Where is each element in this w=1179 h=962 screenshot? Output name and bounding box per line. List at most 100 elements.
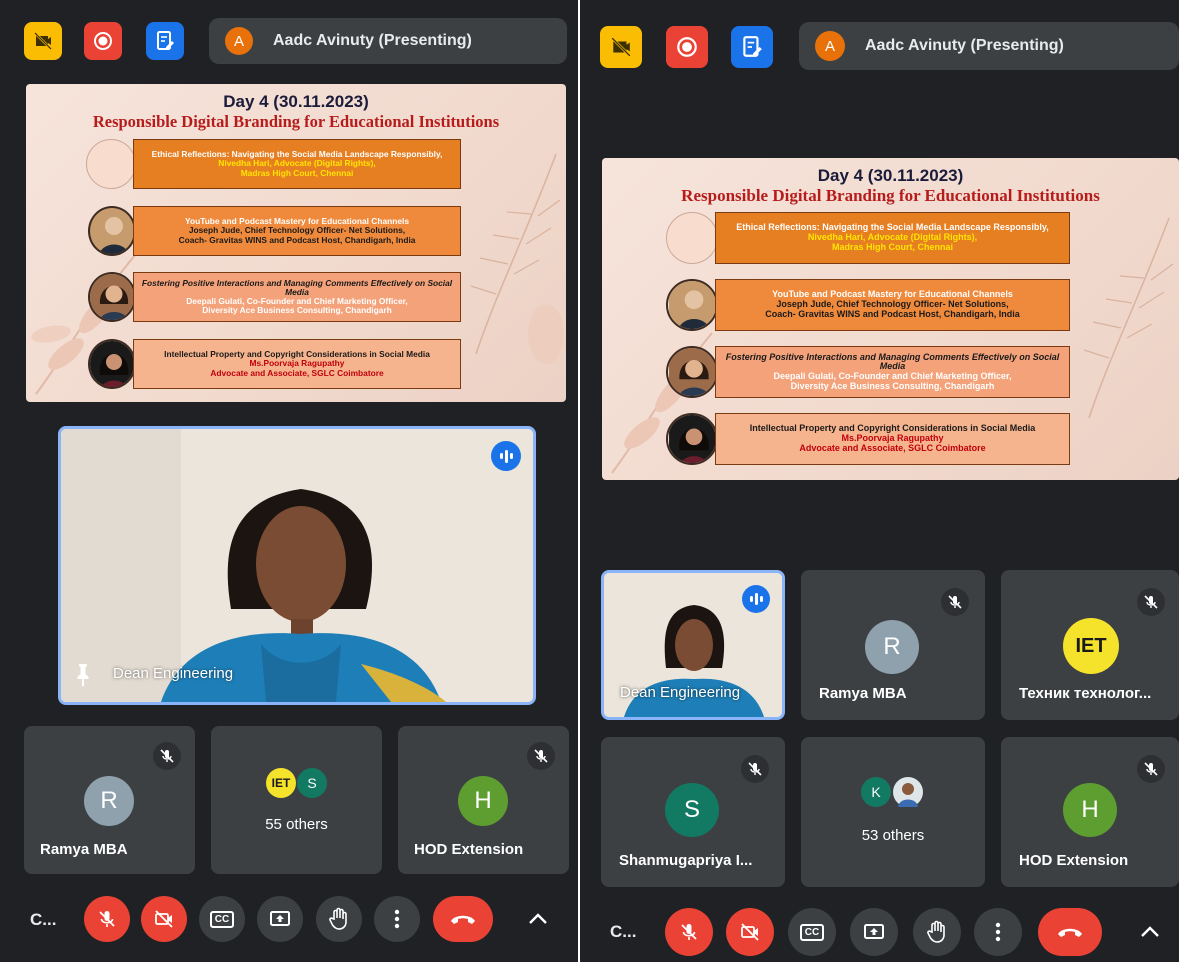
session-affiliation: Diversity Ace Business Consulting, Chand…	[790, 380, 995, 391]
leave-call-button[interactable]	[433, 896, 493, 942]
session-box-1: Ethical Reflections: Navigating the Soci…	[715, 212, 1070, 264]
others-count: 55 others	[265, 816, 328, 833]
speaker-photo	[666, 279, 718, 331]
notes-button[interactable]	[731, 26, 773, 68]
captions-button[interactable]: CC	[788, 908, 836, 956]
participant-tile[interactable]: S Shanmugapriya I...	[601, 737, 785, 887]
meet-screen-right: A Aadc Avinuty (Presenting) Day 4 (30.11…	[580, 0, 1179, 962]
pin-icon[interactable]	[73, 662, 93, 688]
more-vert-icon	[995, 922, 1001, 942]
session-topic: Fostering Positive Interactions and Mana…	[141, 277, 453, 297]
present-button[interactable]	[257, 896, 303, 942]
session-box-3: Fostering Positive Interactions and Mana…	[715, 346, 1070, 398]
fern-decoration	[470, 153, 564, 364]
participant-tile[interactable]: H HOD Extension	[1001, 737, 1179, 887]
others-count: 53 others	[861, 827, 925, 844]
camera-toggle-button[interactable]	[726, 908, 774, 956]
speaker-photo	[88, 206, 136, 256]
speaker-photo	[666, 413, 718, 465]
recording-button[interactable]	[84, 22, 122, 60]
session-affiliation: Advocate and Associate, SGLC Coimbatore	[799, 442, 986, 453]
mic-off-icon	[527, 742, 555, 770]
slide-title: Responsible Digital Branding for Educati…	[92, 112, 500, 131]
session-affiliation: Diversity Ace Business Consulting, Chand…	[202, 305, 392, 316]
captions-icon: CC	[209, 910, 235, 928]
raise-hand-button[interactable]	[913, 908, 961, 956]
speaker-photo	[666, 346, 718, 398]
participant-tile[interactable]: IET Техник технолог...	[1001, 570, 1179, 720]
session-box-2: YouTube and Podcast Mastery for Educatio…	[715, 279, 1070, 331]
speaking-indicator-icon	[742, 585, 770, 613]
edit-document-icon	[157, 31, 174, 50]
participant-name: Техник технолог...	[1019, 685, 1152, 702]
mini-avatar-photo	[893, 777, 923, 807]
participant-name: Ramya MBA	[819, 685, 907, 702]
participant-tile[interactable]: R Ramya MBA	[801, 570, 985, 720]
session-affiliation: Coach- Gravitas WINS and Podcast Host, C…	[178, 234, 416, 245]
mic-off-icon	[1137, 755, 1165, 783]
presentation-slide[interactable]: Day 4 (30.11.2023) Responsible Digital B…	[26, 84, 566, 402]
present-screen-icon	[270, 911, 290, 926]
avatar: H	[1063, 783, 1117, 837]
mini-avatar: K	[861, 777, 891, 807]
captions-icon: CC	[799, 923, 825, 941]
session-affiliation: Madras High Court, Chennai	[240, 167, 354, 178]
hide-self-view-button[interactable]	[24, 22, 62, 60]
chevron-up-icon[interactable]	[1139, 925, 1161, 939]
speaker-photo	[88, 339, 136, 389]
hide-self-view-button[interactable]	[600, 26, 642, 68]
participant-name: Dean Engineering	[113, 665, 234, 682]
mic-off-icon	[1137, 588, 1165, 616]
mic-off-icon	[681, 924, 697, 940]
slide-title: Responsible Digital Branding for Educati…	[681, 186, 1100, 205]
captions-button[interactable]: CC	[199, 896, 245, 942]
presenter-chip[interactable]: A Aadc Avinuty (Presenting)	[799, 22, 1179, 70]
record-icon	[94, 32, 112, 50]
mini-avatar: S	[297, 768, 327, 798]
notes-button[interactable]	[146, 22, 184, 60]
hand-icon	[329, 907, 347, 930]
session-affiliation: Coach- Gravitas WINS and Podcast Host, C…	[765, 308, 1020, 319]
avatar: H	[458, 776, 508, 826]
camera-off-icon	[155, 910, 173, 928]
active-speaker-tile[interactable]: Dean Engineering	[601, 570, 785, 720]
mic-toggle-button[interactable]	[665, 908, 713, 956]
more-options-button[interactable]	[974, 908, 1022, 956]
hang-up-icon	[451, 915, 475, 924]
presenter-label: Aadc Avinuty (Presenting)	[273, 32, 472, 49]
mic-off-icon	[741, 755, 769, 783]
hand-icon	[927, 920, 945, 943]
avatar: R	[84, 776, 134, 826]
speaking-indicator-icon	[491, 441, 521, 471]
chevron-up-icon[interactable]	[527, 912, 549, 926]
leave-call-button[interactable]	[1038, 908, 1102, 956]
participant-name: HOD Extension	[1019, 852, 1129, 869]
presenter-chip[interactable]: A Aadc Avinuty (Presenting)	[209, 18, 567, 64]
meeting-code[interactable]: C...	[30, 910, 56, 930]
participant-tile[interactable]: H HOD Extension	[398, 726, 569, 874]
others-tile[interactable]: K 53 others	[801, 737, 985, 887]
video-frame-off-icon	[34, 32, 52, 50]
participant-tile[interactable]: R Ramya MBA	[24, 726, 195, 874]
others-tile[interactable]: IET S 55 others	[211, 726, 382, 874]
raise-hand-button[interactable]	[316, 896, 362, 942]
participant-name: Dean Engineering	[620, 684, 741, 701]
presenter-avatar: A	[225, 27, 253, 55]
camera-toggle-button[interactable]	[141, 896, 187, 942]
recording-button[interactable]	[666, 26, 708, 68]
video-frame-off-icon	[611, 37, 631, 57]
presentation-slide[interactable]: Day 4 (30.11.2023) Responsible Digital B…	[602, 158, 1179, 480]
hang-up-icon	[1058, 928, 1082, 937]
presenter-avatar: A	[815, 31, 845, 61]
more-vert-icon	[394, 909, 400, 929]
meet-screen-left: A Aadc Avinuty (Presenting) Day 4 (30.11…	[0, 0, 578, 962]
meeting-code[interactable]: C...	[610, 922, 636, 942]
speaker-photo-placeholder	[666, 212, 718, 264]
pinned-video-tile[interactable]: Dean Engineering	[58, 426, 536, 705]
camera-off-icon	[741, 923, 759, 941]
mic-toggle-button[interactable]	[84, 896, 130, 942]
slide-day: Day 4 (30.11.2023)	[223, 92, 369, 111]
edit-document-icon	[743, 36, 762, 57]
more-options-button[interactable]	[374, 896, 420, 942]
present-button[interactable]	[850, 908, 898, 956]
